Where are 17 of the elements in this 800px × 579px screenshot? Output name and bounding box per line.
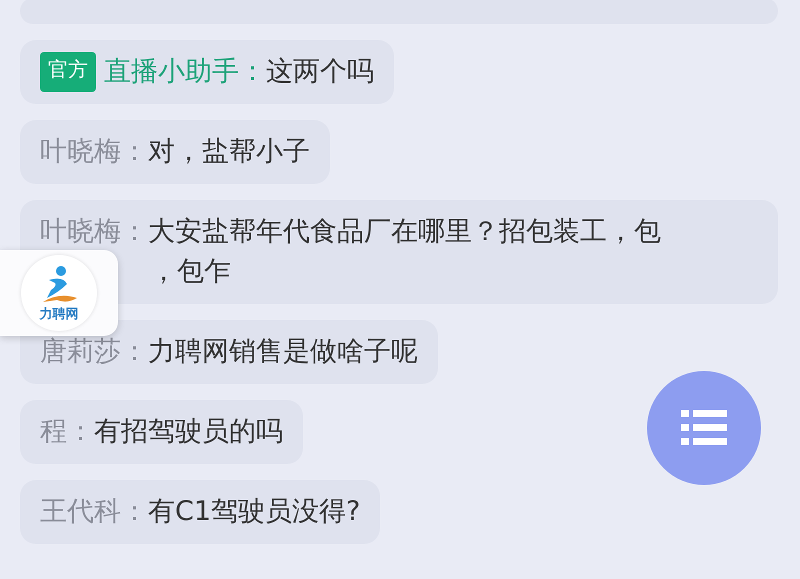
logo: 力聘网 [21,255,97,331]
sender-name: 叶晓梅： [40,215,148,249]
message-text: 大安盐帮年代食品厂在哪里？招包装工，包 [148,215,661,249]
sender-name: 程： [40,415,94,449]
floating-card[interactable]: 力聘网 [0,250,118,336]
sender-name: 直播小助手： [104,55,266,89]
sender-name: 唐莉莎： [40,335,148,369]
message-text: 有招驾驶员的吗 [94,415,283,449]
sender-name: 叶晓梅： [40,135,148,169]
list-icon [681,408,727,448]
message-text: 有C1驾驶员没得? [148,495,360,529]
official-badge: 官方 [40,52,96,92]
message-text: ，包乍 [150,255,231,289]
message-text: 力聘网销售是做啥子呢 [148,335,418,369]
message-text: 对，盐帮小子 [148,135,310,169]
message-text: 这两个吗 [266,55,374,89]
sender-name: 王代科： [40,495,148,529]
